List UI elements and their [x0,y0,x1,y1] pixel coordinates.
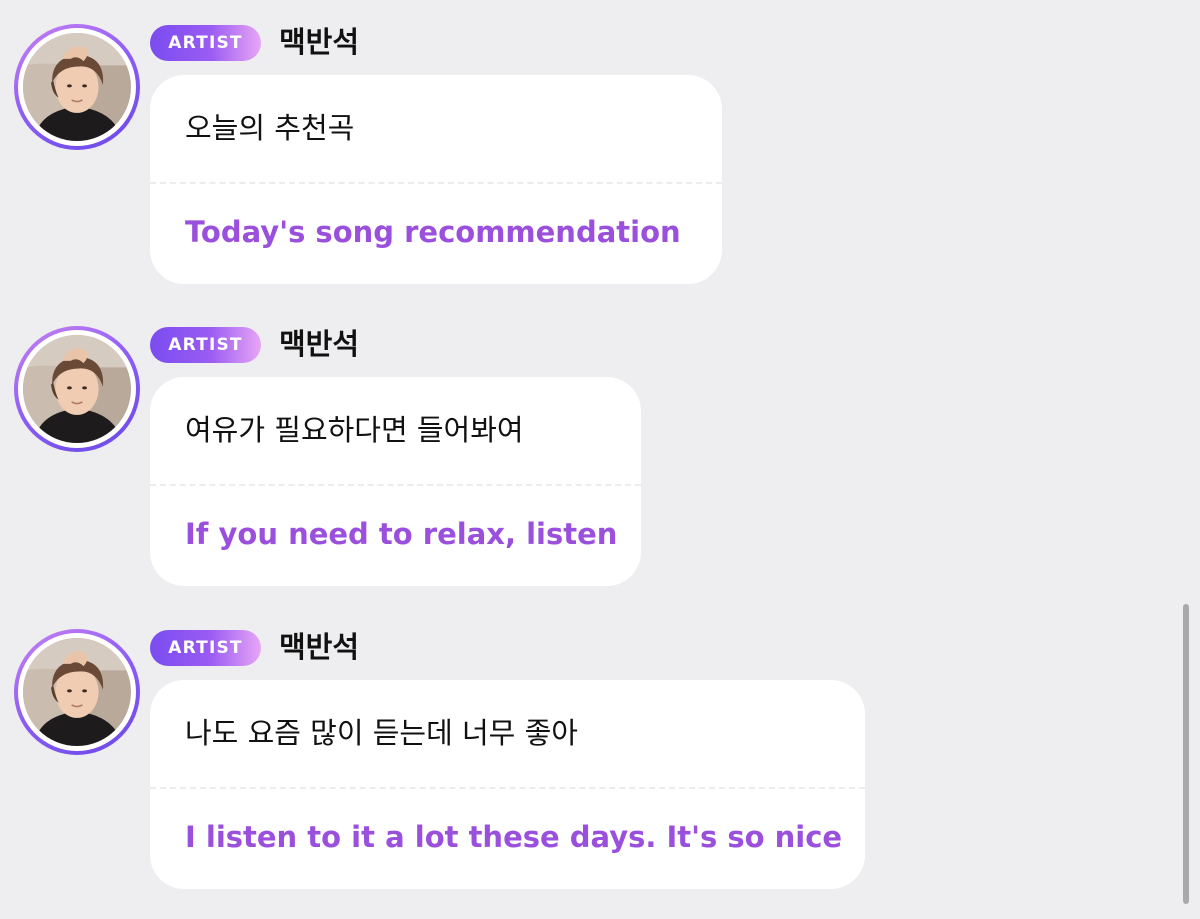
message-bubble[interactable]: 오늘의 추천곡 Today's song recommendation [150,75,722,284]
chat-message: ARTIST 맥반석 나도 요즘 많이 듣는데 너무 좋아 I listen t… [0,605,1200,905]
artist-badge: ARTIST [150,25,261,61]
avatar[interactable] [14,326,140,452]
sender-name[interactable]: 맥반석 [279,627,359,667]
artist-badge: ARTIST [150,327,261,363]
avatar[interactable] [14,629,140,755]
divider [150,182,722,184]
divider [150,787,865,789]
artist-avatar-icon [23,33,131,141]
scrollbar[interactable] [1183,604,1189,904]
message-translation-text: If you need to relax, listen [185,517,618,551]
sender-name[interactable]: 맥반석 [279,22,359,62]
message-original-text: 여유가 필요하다면 들어봐여 [185,413,524,447]
message-translation-text: I listen to it a lot these days. It's so… [185,820,843,854]
artist-avatar-icon [23,335,131,443]
chat-message: ARTIST 맥반석 여유가 필요하다면 들어봐여 If you need to… [0,302,1200,602]
message-bubble[interactable]: 여유가 필요하다면 들어봐여 If you need to relax, lis… [150,377,641,586]
artist-avatar-icon [23,638,131,746]
message-original-text: 오늘의 추천곡 [185,111,355,145]
message-translation-text: Today's song recommendation [185,215,681,249]
chat-message: ARTIST 맥반석 오늘의 추천곡 Today's song recommen… [0,0,1200,300]
avatar-frame [18,633,136,751]
avatar-frame [18,28,136,146]
divider [150,484,641,486]
message-original-text: 나도 요즘 많이 듣는데 너무 좋아 [185,716,578,750]
avatar-frame [18,330,136,448]
artist-badge: ARTIST [150,630,261,666]
sender-name[interactable]: 맥반석 [279,324,359,364]
message-bubble[interactable]: 나도 요즘 많이 듣는데 너무 좋아 I listen to it a lot … [150,680,865,889]
avatar[interactable] [14,24,140,150]
